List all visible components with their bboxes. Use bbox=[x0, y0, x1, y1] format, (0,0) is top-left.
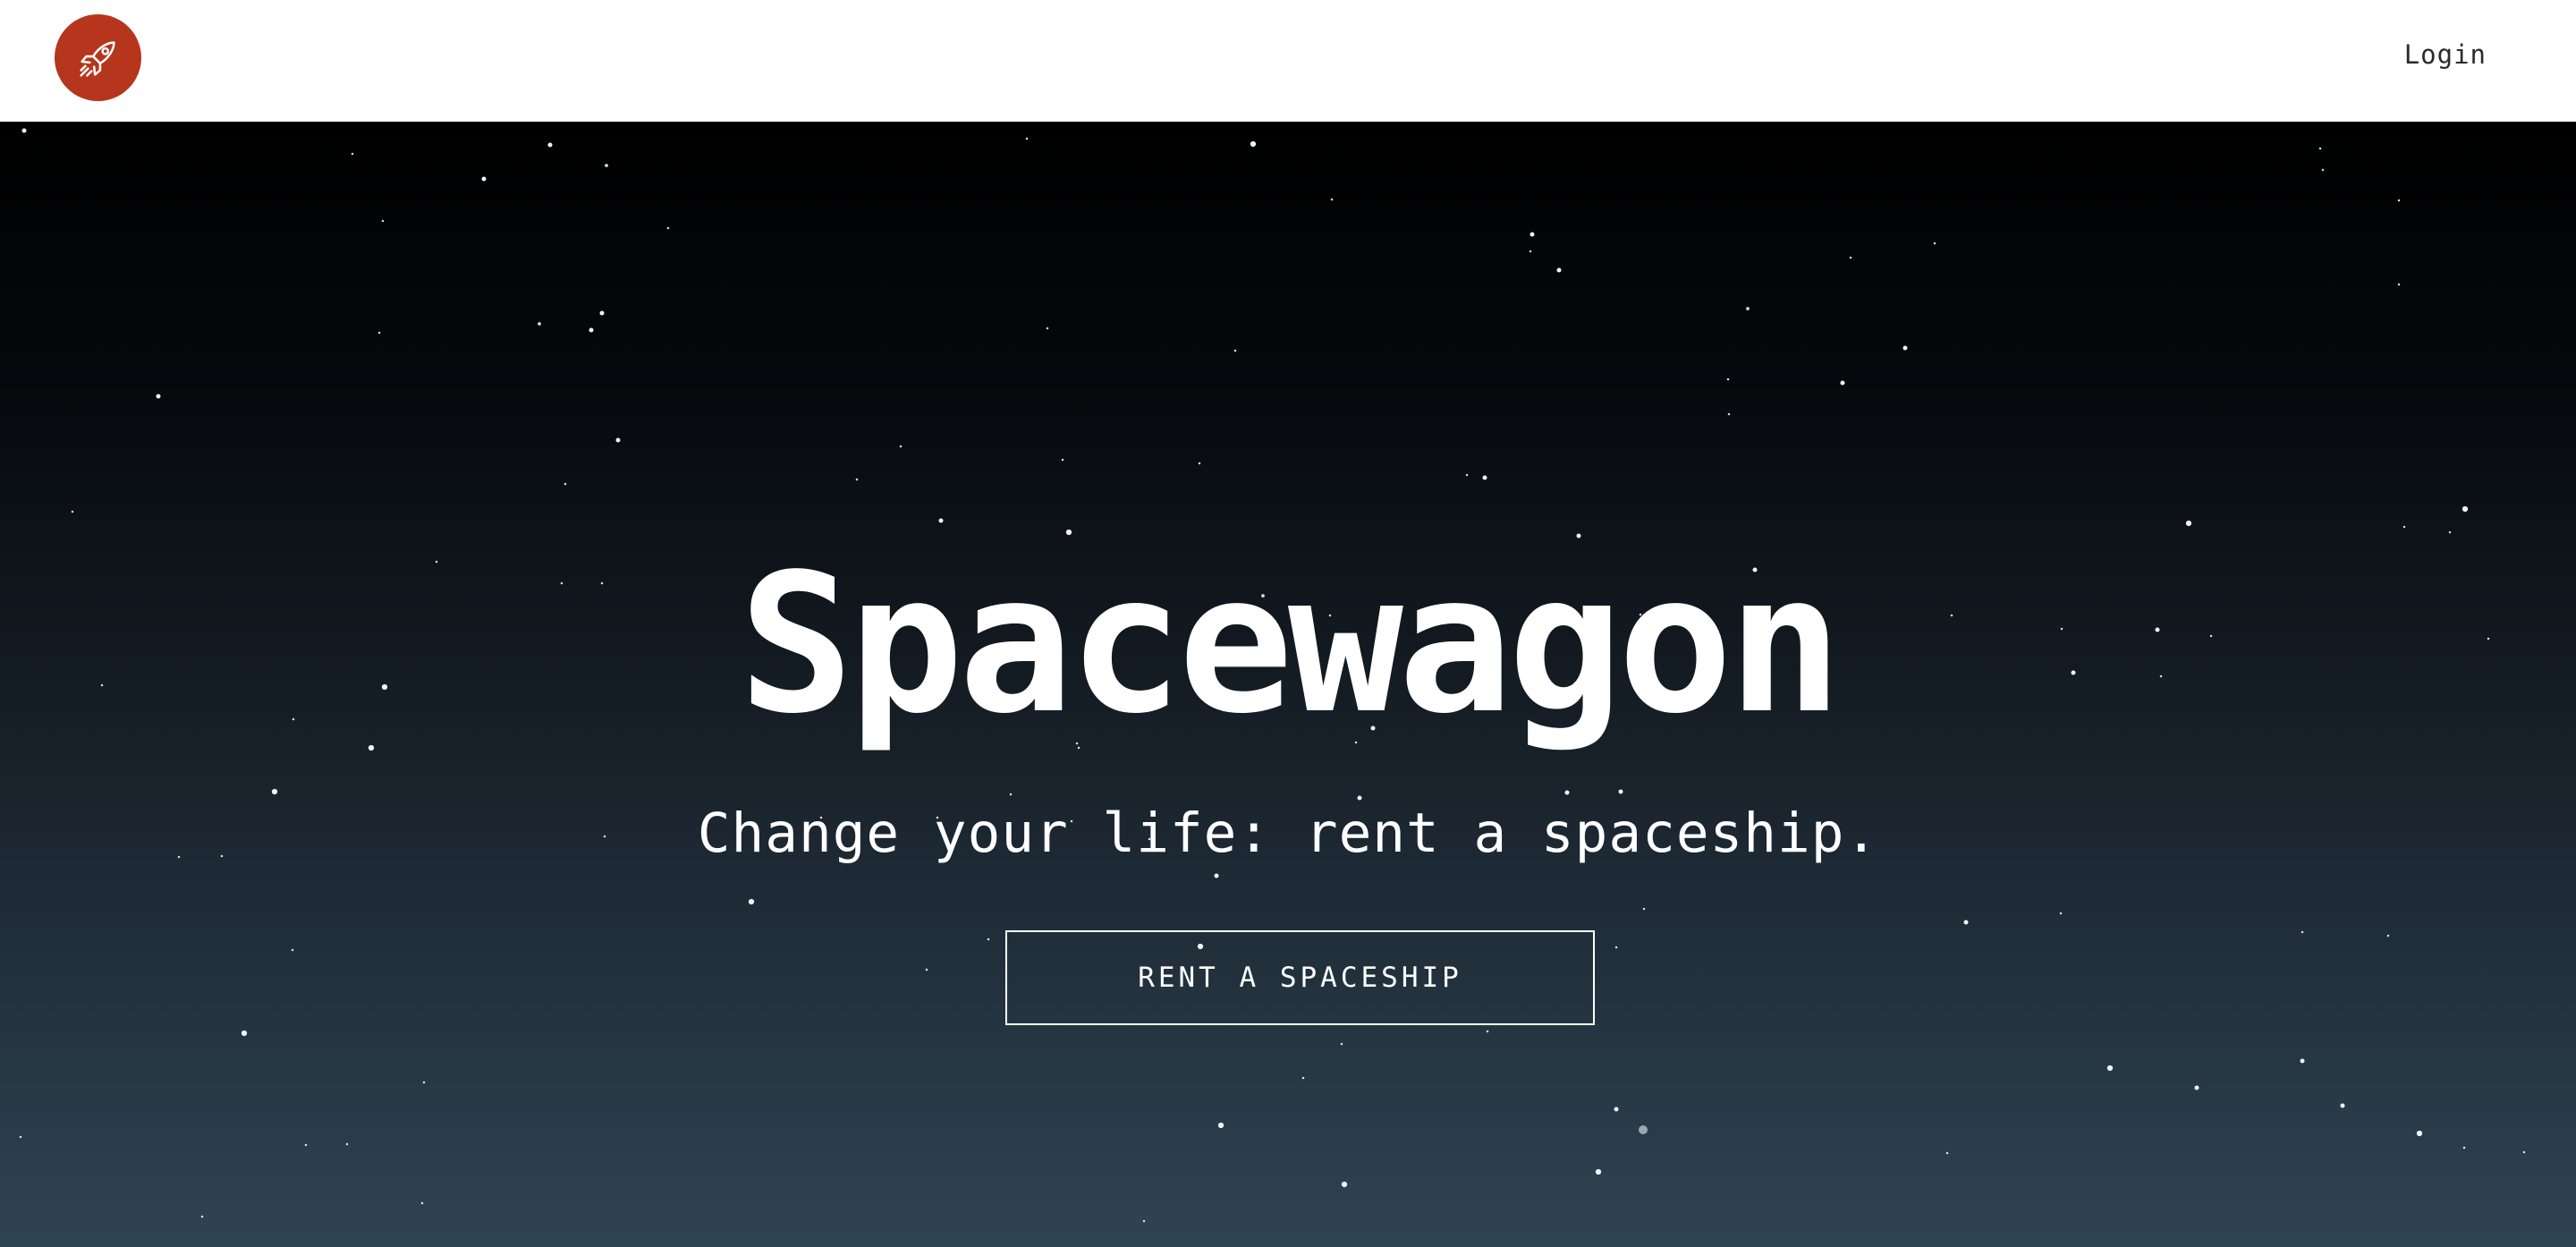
star bbox=[1945, 1151, 1949, 1155]
star bbox=[1614, 1107, 1619, 1112]
star bbox=[899, 445, 902, 448]
star bbox=[1301, 1076, 1305, 1080]
star bbox=[2340, 1103, 2345, 1108]
star bbox=[564, 482, 567, 486]
star bbox=[1614, 946, 1618, 949]
star bbox=[420, 1201, 424, 1205]
star bbox=[71, 510, 74, 513]
hero-subtitle: Change your life: rent a spaceship. bbox=[697, 802, 1879, 865]
star bbox=[1963, 920, 1969, 925]
star bbox=[538, 322, 541, 326]
star bbox=[1482, 475, 1487, 480]
rocket-icon bbox=[79, 40, 115, 77]
star bbox=[1639, 1125, 1648, 1134]
star bbox=[291, 948, 294, 952]
star bbox=[748, 898, 755, 905]
star bbox=[1357, 795, 1362, 801]
star bbox=[1564, 790, 1570, 795]
star bbox=[1233, 349, 1237, 352]
star bbox=[1061, 458, 1064, 462]
star bbox=[304, 1143, 308, 1147]
star bbox=[345, 1142, 349, 1146]
star bbox=[1025, 137, 1029, 140]
star bbox=[987, 937, 990, 941]
star bbox=[2448, 530, 2452, 534]
star bbox=[1046, 327, 1049, 330]
star bbox=[2300, 1058, 2305, 1064]
star bbox=[241, 1030, 248, 1037]
star bbox=[19, 1135, 22, 1139]
star bbox=[2522, 1150, 2526, 1154]
star bbox=[2301, 930, 2304, 934]
star bbox=[2318, 147, 2322, 150]
star bbox=[925, 968, 928, 971]
star bbox=[1726, 377, 1730, 381]
star bbox=[381, 219, 385, 223]
star bbox=[1250, 140, 1257, 148]
star bbox=[351, 152, 354, 156]
star bbox=[605, 164, 608, 167]
star bbox=[2386, 934, 2390, 937]
star bbox=[2397, 283, 2401, 286]
star bbox=[2059, 912, 2063, 915]
star bbox=[1340, 1042, 1343, 1046]
star bbox=[2416, 1130, 2423, 1137]
star bbox=[377, 331, 381, 335]
star bbox=[481, 176, 487, 182]
star bbox=[1529, 250, 1532, 253]
star bbox=[1902, 345, 1908, 351]
star bbox=[368, 744, 375, 751]
star bbox=[1341, 1181, 1348, 1188]
star bbox=[1465, 473, 1469, 477]
star bbox=[547, 142, 553, 148]
star bbox=[200, 1215, 204, 1218]
star bbox=[1330, 198, 1334, 201]
star bbox=[2462, 1146, 2466, 1149]
star bbox=[2397, 199, 2401, 202]
star bbox=[156, 394, 161, 399]
star bbox=[589, 327, 594, 333]
logo[interactable] bbox=[55, 14, 141, 101]
star bbox=[1556, 267, 1562, 273]
rent-spaceship-button[interactable]: RENT A SPACESHIP bbox=[1005, 930, 1595, 1025]
star bbox=[2185, 520, 2192, 527]
star bbox=[1486, 1030, 1489, 1033]
star bbox=[1214, 873, 1219, 878]
star bbox=[1595, 1168, 1602, 1175]
star bbox=[615, 437, 621, 443]
star bbox=[21, 128, 27, 133]
star bbox=[2462, 505, 2469, 513]
hero-section: Spacewagon Change your life: rent a spac… bbox=[0, 122, 2576, 1247]
star bbox=[1933, 242, 1936, 245]
star bbox=[2402, 525, 2406, 529]
star bbox=[1727, 412, 1731, 416]
star bbox=[1849, 256, 1852, 259]
star bbox=[599, 310, 605, 316]
star bbox=[1217, 1122, 1224, 1129]
star bbox=[2106, 1065, 2114, 1072]
top-navbar: Login bbox=[0, 0, 2576, 122]
star bbox=[666, 226, 670, 230]
star bbox=[1198, 462, 1201, 465]
star bbox=[422, 1081, 426, 1084]
star bbox=[855, 478, 859, 481]
star bbox=[2194, 1085, 2199, 1090]
star bbox=[1746, 307, 1750, 310]
star bbox=[1142, 1219, 1146, 1223]
star bbox=[938, 518, 944, 523]
login-link[interactable]: Login bbox=[2404, 39, 2487, 70]
star bbox=[2321, 168, 2325, 172]
star bbox=[1642, 907, 1646, 911]
star bbox=[271, 788, 278, 795]
star bbox=[1009, 793, 1013, 796]
hero-title: Spacewagon bbox=[738, 533, 1843, 756]
star bbox=[1618, 789, 1623, 794]
star bbox=[1840, 380, 1845, 386]
star bbox=[1530, 232, 1535, 237]
